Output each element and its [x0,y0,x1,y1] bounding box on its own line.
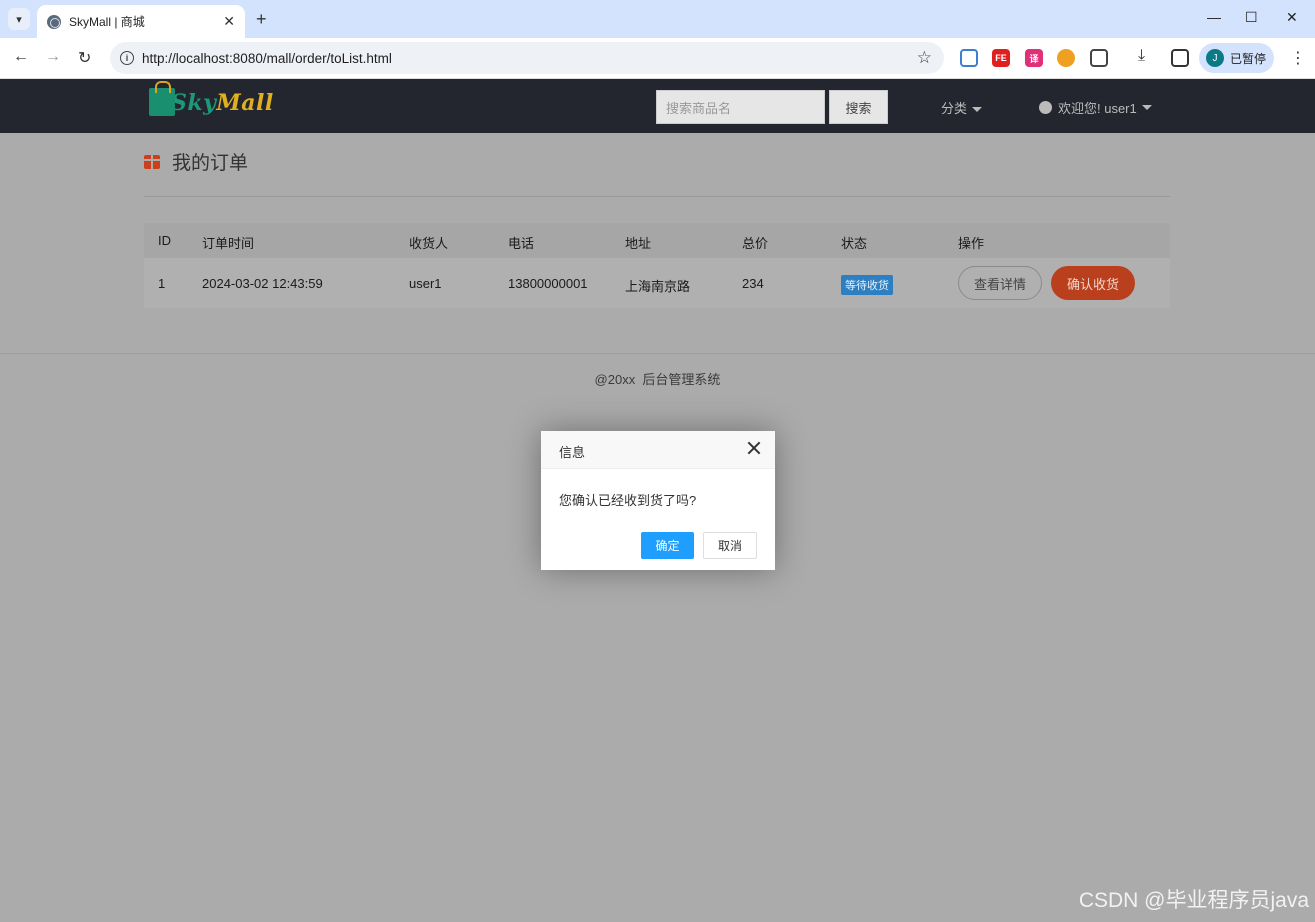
gift-icon [144,154,160,169]
back-arrow-icon[interactable]: ← [13,48,29,66]
reload-icon[interactable]: ↻ [78,48,91,68]
close-icon[interactable] [747,441,761,455]
site-info-icon[interactable]: i [120,51,134,65]
order-receiver: user1 [409,276,442,291]
bookmark-star-icon[interactable]: ☆ [917,48,932,68]
logo-text-mall: Mall [216,90,274,116]
footer-divider [0,353,1315,354]
column-header: 状态 [841,236,868,251]
search-button[interactable]: 搜索 [829,90,888,124]
page-title-text: 我的订单 [172,153,249,174]
user-menu-label: 欢迎您! user1 [1058,101,1137,116]
extensions-puzzle-icon[interactable] [1090,49,1108,67]
globe-icon [47,14,61,29]
category-menu[interactable]: 分类 [941,98,983,117]
profile-status-label: 已暂停 [1230,51,1267,66]
order-total: 234 [742,276,764,291]
browser-toolbar: ← → ↻ i http://localhost:8080/mall/order… [0,38,1315,79]
logo-text-sky: Sky [171,90,217,116]
column-header: 订单时间 [202,236,255,251]
dialog-message: 您确认已经收到货了吗? [559,493,697,508]
url-text: http://localhost:8080/mall/order/toList.… [142,50,392,66]
browser-menu-icon[interactable]: ⋮ [1290,48,1306,68]
confirm-dialog: 信息 您确认已经收到货了吗? 确定 取消 [541,431,775,570]
shopping-bag-icon [149,81,175,116]
skymall-logo[interactable]: SkyMall [149,81,274,116]
footer-text: @20xx 后台管理系统 [594,372,721,387]
ok-button[interactable]: 确定 [641,532,694,559]
column-header: 操作 [958,236,985,251]
column-header: 电话 [508,236,535,251]
user-icon [1039,101,1052,114]
title-divider [144,196,1170,197]
table-row: 1 2024-03-02 12:43:59 user1 13800000001 … [144,258,1170,308]
caret-down-icon [1141,105,1152,110]
product-search-input[interactable]: 搜索商品名 [656,90,825,124]
column-header: 地址 [625,236,652,251]
tab-close-icon[interactable]: ✕ [223,13,235,30]
new-tab-button[interactable]: + [256,9,267,30]
browser-tab[interactable]: SkyMall | 商城 ✕ [37,5,245,38]
browser-tab-bar: ▾ SkyMall | 商城 ✕ + — ☐ ✕ [0,0,1315,38]
confirm-receipt-button[interactable]: 确认收货 [1051,266,1135,300]
profile-button[interactable]: J 已暂停 [1199,43,1274,73]
extension-icon-1[interactable] [960,49,978,67]
page-title: 我的订单 [144,148,248,175]
watermark: CSDN @毕业程序员java [1078,889,1309,912]
caret-down-icon [972,107,983,113]
order-phone: 13800000001 [508,276,588,291]
extension-icon-4[interactable] [1057,49,1075,67]
forward-arrow-icon[interactable]: → [45,48,61,66]
view-details-button[interactable]: 查看详情 [958,266,1042,300]
order-id: 1 [158,276,166,291]
extension-icon-3[interactable]: 译 [1025,49,1043,67]
side-panel-icon[interactable] [1171,49,1189,67]
column-header: 总价 [742,236,769,251]
table-header: ID 订单时间 收货人 电话 地址 总价 状态 操作 [144,223,1170,258]
minimize-button[interactable]: — [1207,9,1221,25]
status-badge: 等待收货 [841,275,893,295]
order-time: 2024-03-02 12:43:59 [202,276,323,291]
window-close-button[interactable]: ✕ [1286,9,1298,26]
user-menu[interactable]: 欢迎您! user1 [1039,98,1152,117]
download-icon[interactable]: ⤓ [1138,47,1145,65]
tab-title: SkyMall | 商城 [69,15,145,29]
extension-icon-2[interactable]: FE [992,49,1010,67]
site-header: SkyMall 搜索商品名 搜索 分类 欢迎您! user1 [0,79,1315,133]
orders-table: ID 订单时间 收货人 电话 地址 总价 状态 操作 1 2024-03-02 … [144,223,1170,308]
cancel-button[interactable]: 取消 [703,532,757,559]
maximize-button[interactable]: ☐ [1245,9,1258,26]
address-bar[interactable]: i http://localhost:8080/mall/order/toLis… [110,42,944,74]
order-address: 上海南京路 [625,279,691,294]
column-header: 收货人 [409,236,449,251]
category-menu-label: 分类 [941,101,968,116]
column-header: ID [158,233,171,248]
profile-avatar: J [1206,49,1224,67]
dialog-title: 信息 [559,445,586,460]
dialog-header: 信息 [541,431,775,469]
tab-search-icon[interactable]: ▾ [8,8,30,30]
